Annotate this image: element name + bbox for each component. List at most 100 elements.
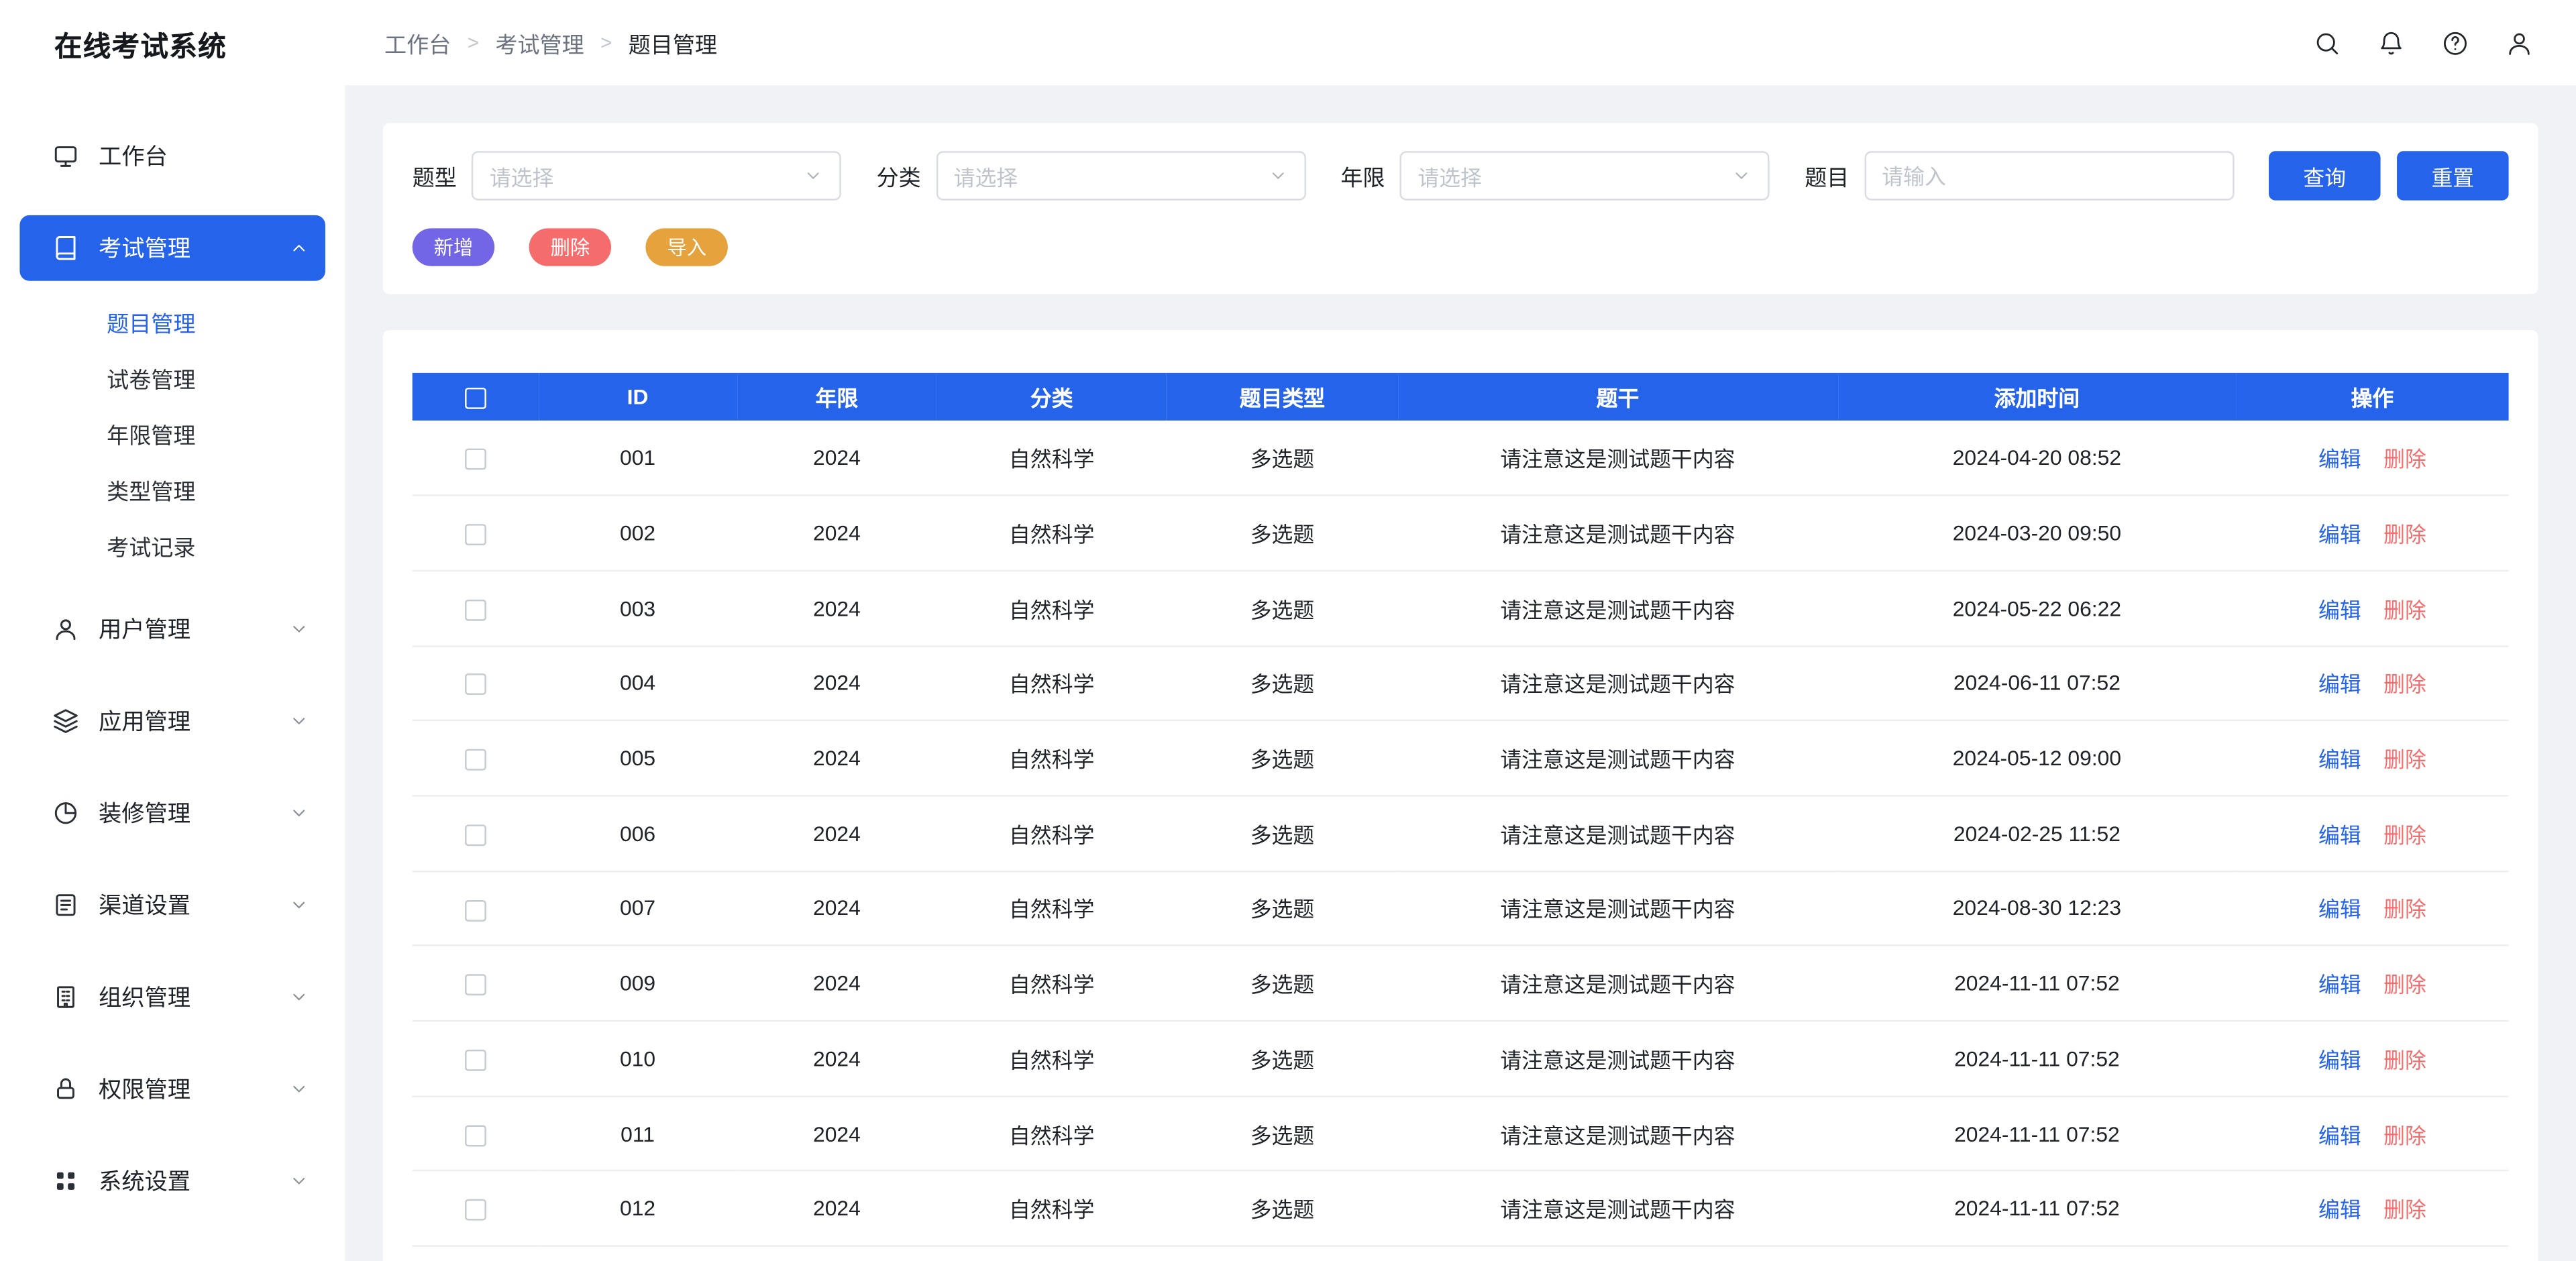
select-placeholder: 请选择: [490, 160, 554, 192]
dashboard-icon: [52, 143, 78, 169]
table-row: 001 2024 自然科学 多选题 请注意这是测试题干内容 2024-04-20…: [413, 421, 2509, 496]
user-icon[interactable]: [2504, 28, 2533, 58]
cell-category: 自然科学: [936, 646, 1167, 721]
import-button[interactable]: 导入: [646, 228, 728, 266]
select-all-checkbox[interactable]: [464, 388, 486, 409]
questions-table: ID 年限 分类 题目类型 题干 添加时间 操作 001 2024 自然科学 多…: [413, 373, 2509, 1247]
question-input[interactable]: [1864, 151, 2233, 200]
edit-link[interactable]: 编辑: [2318, 1198, 2361, 1223]
delete-link[interactable]: 删除: [2383, 523, 2426, 547]
sidebar-item-app-management[interactable]: 应用管理: [19, 688, 325, 754]
row-checkbox[interactable]: [464, 1124, 486, 1146]
sidebar-item-question-management[interactable]: 题目管理: [19, 294, 325, 349]
column-header-question-type: 题目类型: [1167, 373, 1398, 421]
breadcrumb-item-workbench[interactable]: 工作台: [384, 26, 451, 59]
cell-added-time: 2024-05-22 06:22: [1838, 571, 2237, 646]
row-checkbox[interactable]: [464, 599, 486, 620]
edit-link[interactable]: 编辑: [2318, 598, 2361, 622]
edit-link[interactable]: 编辑: [2318, 523, 2361, 547]
layers-icon: [52, 708, 78, 734]
cell-stem: 请注意这是测试题干内容: [1397, 571, 1837, 646]
user-icon: [52, 616, 78, 642]
delete-link[interactable]: 删除: [2383, 447, 2426, 472]
question-type-select[interactable]: 请选择: [472, 151, 841, 200]
edit-link[interactable]: 编辑: [2318, 447, 2361, 472]
cell-year: 2024: [737, 421, 936, 496]
edit-link[interactable]: 编辑: [2318, 748, 2361, 773]
row-checkbox[interactable]: [464, 1050, 486, 1071]
filter-label: 题型: [413, 160, 457, 193]
row-checkbox[interactable]: [464, 449, 486, 470]
book-icon: [52, 235, 78, 261]
chevron-down-icon: [1731, 166, 1751, 185]
delete-link[interactable]: 删除: [2383, 1198, 2426, 1223]
cell-category: 自然科学: [936, 720, 1167, 796]
delete-link[interactable]: 删除: [2383, 598, 2426, 622]
delete-link[interactable]: 删除: [2383, 973, 2426, 997]
delete-link[interactable]: 删除: [2383, 1048, 2426, 1073]
sidebar-item-label: 考试管理: [99, 231, 191, 264]
row-checkbox[interactable]: [464, 899, 486, 921]
sidebar-nav: 工作台 考试管理 题目管理 试卷管理 年限管理 类型管理: [0, 85, 345, 1213]
breadcrumb-item-exam-management[interactable]: 考试管理: [495, 26, 584, 59]
edit-link[interactable]: 编辑: [2318, 973, 2361, 997]
table-row: 004 2024 自然科学 多选题 请注意这是测试题干内容 2024-06-11…: [413, 646, 2509, 721]
delete-link[interactable]: 删除: [2383, 1123, 2426, 1148]
row-checkbox[interactable]: [464, 824, 486, 846]
cell-stem: 请注意这是测试题干内容: [1397, 796, 1837, 871]
edit-link[interactable]: 编辑: [2318, 1048, 2361, 1073]
cell-year: 2024: [737, 646, 936, 721]
sidebar-item-permission-management[interactable]: 权限管理: [19, 1056, 325, 1122]
help-icon[interactable]: [2440, 28, 2469, 58]
edit-link[interactable]: 编辑: [2318, 1123, 2361, 1148]
cell-added-time: 2024-05-12 09:00: [1838, 720, 2237, 796]
edit-link[interactable]: 编辑: [2318, 822, 2361, 847]
cell-id: 010: [538, 1021, 737, 1096]
sidebar-item-channel-settings[interactable]: 渠道设置: [19, 872, 325, 938]
row-checkbox[interactable]: [464, 975, 486, 996]
cell-id: 006: [538, 796, 737, 871]
cell-question-type: 多选题: [1167, 1021, 1398, 1096]
reset-button[interactable]: 重置: [2397, 151, 2509, 200]
sidebar-item-type-management[interactable]: 类型管理: [19, 461, 325, 517]
sidebar-item-exam-management[interactable]: 考试管理: [19, 215, 325, 281]
search-button[interactable]: 查询: [2269, 151, 2381, 200]
category-select[interactable]: 请选择: [936, 151, 1305, 200]
filter-field-category: 分类 请选择: [877, 151, 1305, 200]
table-row: 006 2024 自然科学 多选题 请注意这是测试题干内容 2024-02-25…: [413, 796, 2509, 871]
sidebar-item-year-management[interactable]: 年限管理: [19, 406, 325, 461]
cell-stem: 请注意这是测试题干内容: [1397, 421, 1837, 496]
sidebar-item-exam-records[interactable]: 考试记录: [19, 517, 325, 573]
sidebar-item-paper-management[interactable]: 试卷管理: [19, 350, 325, 406]
delete-link[interactable]: 删除: [2383, 673, 2426, 698]
chevron-up-icon: [289, 238, 309, 258]
sidebar-item-user-management[interactable]: 用户管理: [19, 596, 325, 662]
edit-link[interactable]: 编辑: [2318, 897, 2361, 922]
cell-stem: 请注意这是测试题干内容: [1397, 496, 1837, 571]
bell-icon[interactable]: [2375, 28, 2405, 58]
edit-link[interactable]: 编辑: [2318, 673, 2361, 698]
delete-link[interactable]: 删除: [2383, 897, 2426, 922]
table-row: 003 2024 自然科学 多选题 请注意这是测试题干内容 2024-05-22…: [413, 571, 2509, 646]
row-checkbox[interactable]: [464, 524, 486, 545]
row-checkbox[interactable]: [464, 749, 486, 771]
sidebar-item-workbench[interactable]: 工作台: [19, 123, 325, 189]
cell-category: 自然科学: [936, 796, 1167, 871]
chevron-down-icon: [289, 895, 309, 915]
search-icon[interactable]: [2312, 28, 2341, 58]
row-checkbox[interactable]: [464, 674, 486, 696]
cell-year: 2024: [737, 720, 936, 796]
sidebar-item-organization-management[interactable]: 组织管理: [19, 965, 325, 1030]
delete-link[interactable]: 删除: [2383, 748, 2426, 773]
sidebar-item-label: 组织管理: [99, 981, 191, 1013]
delete-button[interactable]: 删除: [529, 228, 611, 266]
sidebar-item-label: 工作台: [99, 140, 168, 172]
sidebar-item-system-settings[interactable]: 系统设置: [19, 1148, 325, 1214]
cell-year: 2024: [737, 946, 936, 1021]
add-button[interactable]: 新增: [413, 228, 494, 266]
year-select[interactable]: 请选择: [1400, 151, 1770, 200]
delete-link[interactable]: 删除: [2383, 822, 2426, 847]
cell-id: 011: [538, 1096, 737, 1171]
sidebar-item-decoration-management[interactable]: 装修管理: [19, 780, 325, 846]
row-checkbox[interactable]: [464, 1199, 486, 1221]
